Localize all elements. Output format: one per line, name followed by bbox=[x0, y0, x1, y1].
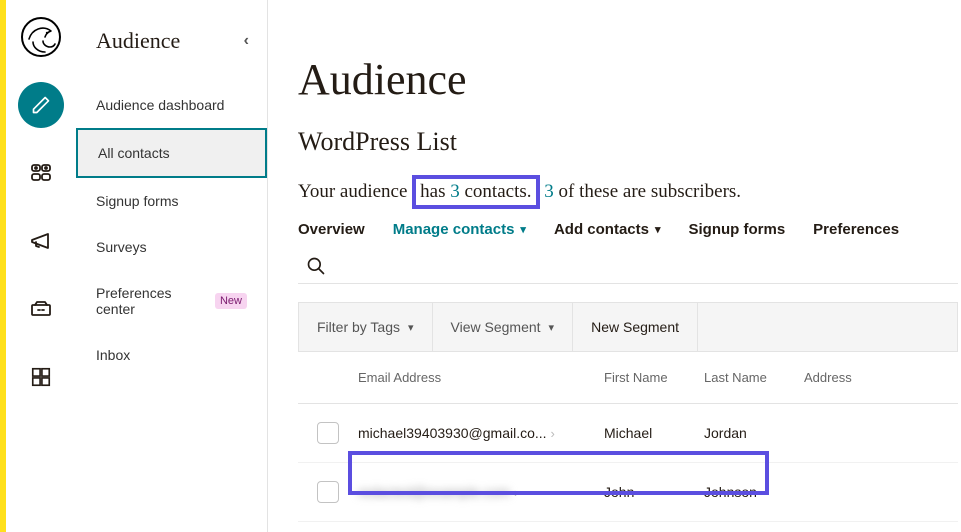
cell-first: Michael bbox=[604, 425, 704, 441]
row-checkbox[interactable] bbox=[317, 481, 339, 503]
chevron-down-icon: ▾ bbox=[549, 321, 555, 334]
filter-by-tags-button[interactable]: Filter by Tags▾ bbox=[298, 302, 433, 352]
search-icon[interactable] bbox=[306, 256, 326, 276]
new-badge: New bbox=[215, 293, 247, 309]
automations-icon[interactable] bbox=[18, 286, 64, 332]
content-icon[interactable] bbox=[18, 354, 64, 400]
nav-item-all-contacts[interactable]: All contacts bbox=[76, 128, 267, 178]
nav-item-inbox[interactable]: Inbox bbox=[76, 332, 267, 378]
cell-last: Jordan bbox=[704, 425, 804, 441]
toolbar: Filter by Tags▾ View Segment▾ New Segmen… bbox=[298, 302, 958, 352]
nav-item-signup-forms[interactable]: Signup forms bbox=[76, 178, 267, 224]
view-segment-button[interactable]: View Segment▾ bbox=[433, 302, 574, 352]
chevron-right-icon: › bbox=[551, 426, 555, 441]
col-header-last[interactable]: Last Name bbox=[704, 370, 804, 385]
cell-email[interactable]: michael39403930@gmail.co... bbox=[358, 425, 547, 441]
cell-last: Johnson bbox=[704, 484, 804, 500]
table-row[interactable]: redacted@example.com › John Johnson bbox=[298, 463, 958, 522]
chevron-down-icon: ▾ bbox=[520, 223, 526, 236]
main-content: Audience WordPress List Your audience ha… bbox=[268, 0, 961, 532]
tab-preferences[interactable]: Preferences bbox=[813, 221, 899, 238]
tab-manage-contacts[interactable]: Manage contacts▾ bbox=[393, 221, 526, 238]
side-nav-header[interactable]: Audience ‹ bbox=[76, 0, 267, 82]
col-header-email[interactable]: Email Address bbox=[358, 370, 604, 385]
table-row[interactable]: michael39403930@gmail.co... › Michael Jor… bbox=[298, 404, 958, 463]
create-icon[interactable] bbox=[18, 82, 64, 128]
cell-first: John bbox=[604, 484, 704, 500]
logo-icon[interactable] bbox=[18, 14, 64, 60]
table-header: Email Address First Name Last Name Addre… bbox=[298, 352, 958, 404]
list-name: WordPress List bbox=[298, 127, 961, 157]
campaigns-icon[interactable] bbox=[18, 218, 64, 264]
audience-icon[interactable] bbox=[18, 150, 64, 196]
side-nav-title: Audience bbox=[96, 28, 180, 54]
highlight-contacts: has 3 contacts. bbox=[412, 175, 539, 209]
tab-add-contacts[interactable]: Add contacts▾ bbox=[554, 221, 661, 238]
col-header-first[interactable]: First Name bbox=[604, 370, 704, 385]
new-segment-button[interactable]: New Segment bbox=[573, 302, 698, 352]
nav-item-audience-dashboard[interactable]: Audience dashboard bbox=[76, 82, 267, 128]
contacts-table: Email Address First Name Last Name Addre… bbox=[298, 352, 958, 522]
chevron-down-icon: ▾ bbox=[408, 321, 414, 334]
icon-rail bbox=[6, 0, 76, 532]
nav-item-surveys[interactable]: Surveys bbox=[76, 224, 267, 270]
nav-item-preferences-center[interactable]: Preferences center New bbox=[76, 270, 267, 332]
chevron-down-icon: ▾ bbox=[655, 223, 661, 236]
tab-signup-forms[interactable]: Signup forms bbox=[689, 221, 786, 238]
search-row bbox=[298, 254, 958, 284]
chevron-right-icon: › bbox=[514, 485, 518, 500]
row-checkbox[interactable] bbox=[317, 422, 339, 444]
col-header-addr[interactable]: Address bbox=[804, 370, 924, 385]
side-nav: Audience ‹ Audience dashboard All contac… bbox=[76, 0, 268, 532]
toolbar-spacer bbox=[698, 302, 958, 352]
chevron-left-icon: ‹ bbox=[244, 32, 249, 50]
tab-overview[interactable]: Overview bbox=[298, 221, 365, 238]
sub-tabs: Overview Manage contacts▾ Add contacts▾ … bbox=[298, 221, 961, 238]
page-title: Audience bbox=[298, 54, 961, 105]
cell-email[interactable]: redacted@example.com bbox=[358, 484, 510, 500]
audience-summary: Your audience has 3 contacts. 3 of these… bbox=[298, 179, 961, 205]
